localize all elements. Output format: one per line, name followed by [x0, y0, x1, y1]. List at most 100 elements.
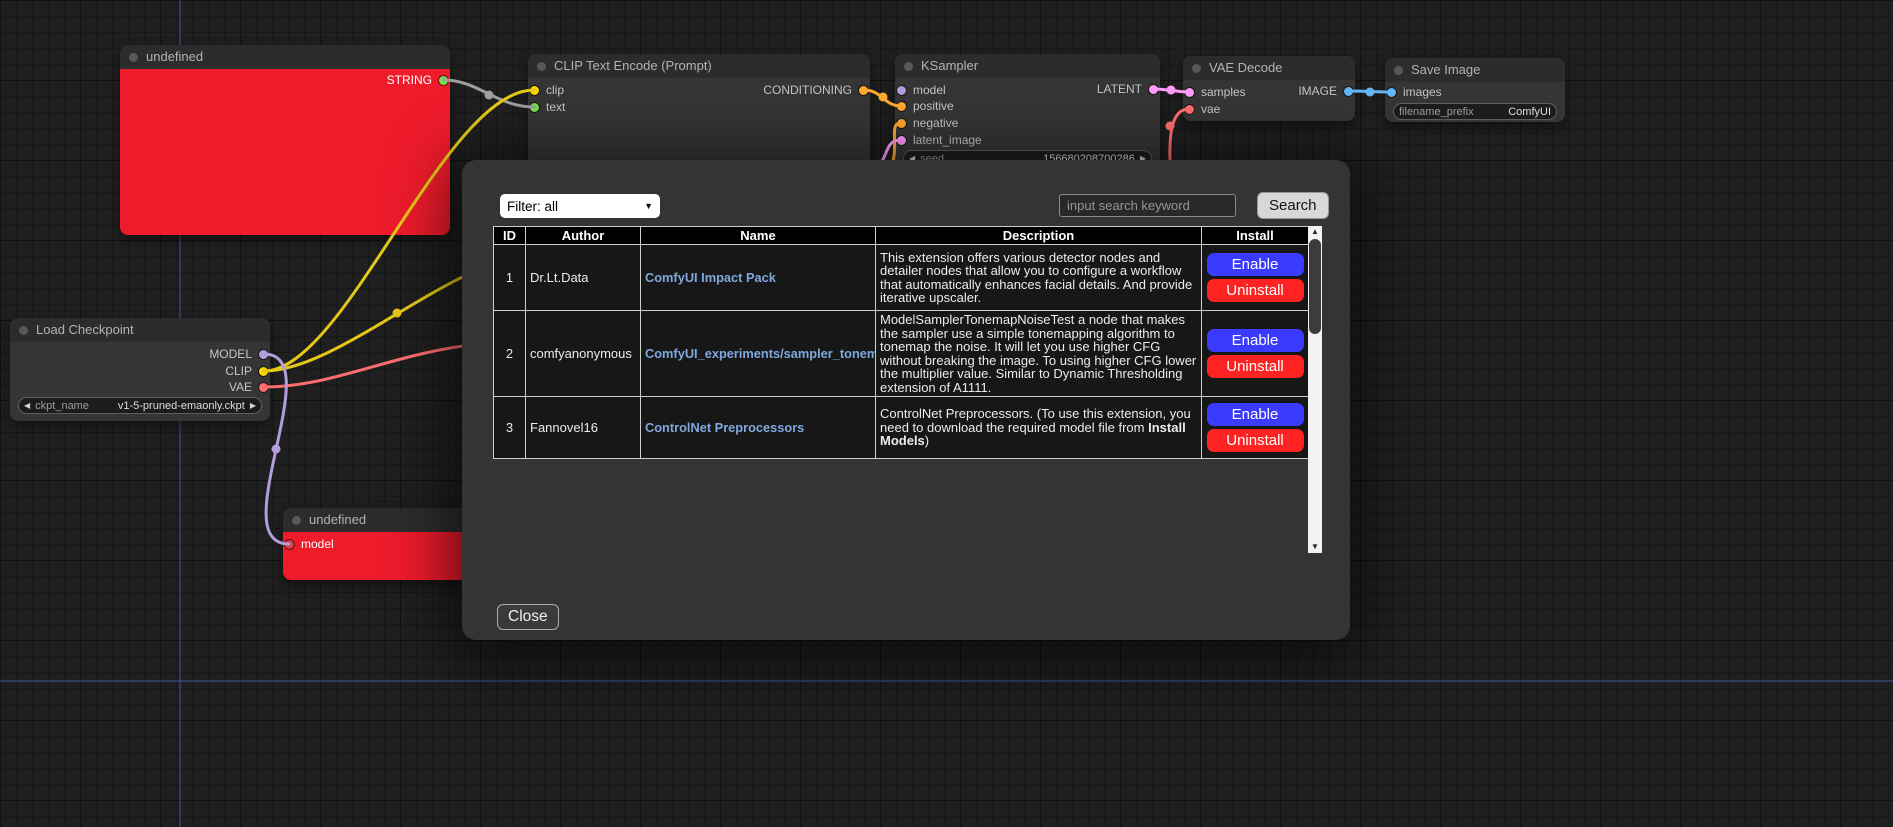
- collapse-dot-icon[interactable]: [292, 516, 301, 525]
- slot-dot[interactable]: [1185, 105, 1194, 114]
- table-scrollbar[interactable]: ▲ ▼: [1308, 226, 1322, 553]
- output-slot-vae: VAE: [229, 380, 268, 394]
- cell-install: Enable Uninstall: [1202, 311, 1309, 397]
- slot-label: clip: [546, 83, 564, 97]
- node-title-bar[interactable]: Save Image: [1385, 58, 1565, 82]
- column-header-author: Author: [526, 227, 641, 245]
- slot-label: MODEL: [209, 347, 252, 361]
- cell-description: ModelSamplerTonemapNoiseTest a node that…: [876, 311, 1202, 397]
- input-slot-positive: positive: [897, 99, 954, 113]
- cell-name: ComfyUI_experiments/sampler_tonemap: [641, 311, 876, 397]
- slot-label: STRING: [387, 73, 432, 87]
- slot-label: LATENT: [1097, 82, 1142, 96]
- decrement-arrow-icon[interactable]: ◀: [24, 398, 30, 413]
- filename-prefix-widget[interactable]: filename_prefix ComfyUI: [1393, 103, 1557, 120]
- uninstall-button[interactable]: Uninstall: [1207, 355, 1304, 378]
- node-ksampler[interactable]: KSampler model positive negative latent_…: [895, 54, 1160, 174]
- slot-dot[interactable]: [259, 383, 268, 392]
- output-slot-latent: LATENT: [1097, 82, 1158, 96]
- graph-canvas[interactable]: undefined STRING CLIP Text Encode (Promp…: [0, 0, 1893, 827]
- search-button[interactable]: Search: [1257, 192, 1329, 219]
- uninstall-button[interactable]: Uninstall: [1207, 429, 1304, 452]
- slot-label: CONDITIONING: [763, 83, 852, 97]
- cell-author: Fannovel16: [526, 397, 641, 459]
- cell-name: ComfyUI Impact Pack: [641, 245, 876, 311]
- wire-midpoint-dot: [1366, 88, 1375, 97]
- input-slot-vae: vae: [1185, 102, 1220, 116]
- collapse-dot-icon[interactable]: [1394, 66, 1403, 75]
- collapse-dot-icon[interactable]: [537, 62, 546, 71]
- extension-link[interactable]: ComfyUI Impact Pack: [645, 270, 776, 285]
- node-title-bar[interactable]: undefined: [120, 45, 450, 69]
- slot-dot[interactable]: [259, 367, 268, 376]
- slot-dot[interactable]: [1149, 85, 1158, 94]
- node-title-bar[interactable]: CLIP Text Encode (Prompt): [528, 54, 870, 78]
- search-input[interactable]: [1059, 194, 1236, 217]
- slot-label: CLIP: [225, 364, 252, 378]
- slot-dot[interactable]: [259, 350, 268, 359]
- node-title-bar[interactable]: Load Checkpoint: [10, 318, 270, 342]
- input-slot-images: images: [1387, 85, 1442, 99]
- enable-button[interactable]: Enable: [1207, 403, 1304, 426]
- table-row: 3 Fannovel16 ControlNet Preprocessors Co…: [494, 397, 1309, 459]
- slot-dot[interactable]: [897, 136, 906, 145]
- node-vae-decode[interactable]: VAE Decode samples vae IMAGE: [1183, 56, 1355, 121]
- cell-description: ControlNet Preprocessors. (To use this e…: [876, 397, 1202, 459]
- enable-button[interactable]: Enable: [1207, 329, 1304, 352]
- wire-midpoint-dot: [1166, 122, 1175, 131]
- wire-midpoint-dot: [1167, 86, 1176, 95]
- enable-button[interactable]: Enable: [1207, 253, 1304, 276]
- collapse-dot-icon[interactable]: [129, 53, 138, 62]
- slot-dot[interactable]: [897, 102, 906, 111]
- node-load-checkpoint[interactable]: Load Checkpoint MODEL CLIP VAE ◀ ckpt_na…: [10, 318, 270, 421]
- node-undefined-top[interactable]: undefined STRING: [120, 45, 450, 235]
- node-title-bar[interactable]: VAE Decode: [1183, 56, 1355, 80]
- collapse-dot-icon[interactable]: [19, 326, 28, 335]
- slot-dot[interactable]: [859, 86, 868, 95]
- node-save-image[interactable]: Save Image images filename_prefix ComfyU…: [1385, 58, 1565, 122]
- input-slot-latent-image: latent_image: [897, 133, 982, 147]
- scroll-up-icon[interactable]: ▲: [1308, 226, 1322, 238]
- slot-label: text: [546, 100, 565, 114]
- slot-dot[interactable]: [1185, 88, 1194, 97]
- slot-dot[interactable]: [1344, 87, 1353, 96]
- slot-dot[interactable]: [1387, 88, 1396, 97]
- slot-dot[interactable]: [439, 76, 448, 85]
- cell-id: 2: [494, 311, 526, 397]
- close-button[interactable]: Close: [497, 604, 559, 630]
- node-title: Load Checkpoint: [36, 322, 134, 337]
- scroll-down-icon[interactable]: ▼: [1308, 541, 1322, 553]
- table-row: 2 comfyanonymous ComfyUI_experiments/sam…: [494, 311, 1309, 397]
- column-header-id: ID: [494, 227, 526, 245]
- ckpt-name-widget[interactable]: ◀ ckpt_name v1-5-pruned-emaonly.ckpt ▶: [18, 397, 262, 414]
- scrollbar-thumb[interactable]: [1309, 239, 1321, 334]
- slot-dot[interactable]: [897, 119, 906, 128]
- slot-label: images: [1403, 85, 1442, 99]
- cell-install: Enable Uninstall: [1202, 397, 1309, 459]
- widget-value: ComfyUI: [1508, 106, 1551, 118]
- collapse-dot-icon[interactable]: [1192, 64, 1201, 73]
- uninstall-button[interactable]: Uninstall: [1207, 279, 1304, 302]
- slot-label: samples: [1201, 85, 1246, 99]
- input-slot-model: model: [285, 537, 334, 551]
- input-slot-clip: clip: [530, 83, 564, 97]
- slot-dot[interactable]: [285, 540, 294, 549]
- widget-value: v1-5-pruned-emaonly.ckpt: [118, 400, 245, 412]
- table-row: 1 Dr.Lt.Data ComfyUI Impact Pack This ex…: [494, 245, 1309, 311]
- wire-string-to-text: [444, 80, 534, 107]
- filter-select[interactable]: Filter: all ▼: [500, 194, 660, 218]
- extension-link[interactable]: ComfyUI_experiments/sampler_tonemap: [645, 346, 876, 361]
- widget-name: ckpt_name: [35, 400, 89, 412]
- output-slot-model: MODEL: [209, 347, 268, 361]
- extension-link[interactable]: ControlNet Preprocessors: [645, 420, 804, 435]
- cell-id: 1: [494, 245, 526, 311]
- slot-dot[interactable]: [530, 86, 539, 95]
- wire-midpoint-dot: [879, 93, 888, 102]
- slot-dot[interactable]: [530, 103, 539, 112]
- node-title: undefined: [309, 512, 366, 527]
- node-title-bar[interactable]: KSampler: [895, 54, 1160, 78]
- slot-dot[interactable]: [897, 86, 906, 95]
- increment-arrow-icon[interactable]: ▶: [250, 398, 256, 413]
- slot-label: model: [301, 537, 334, 551]
- collapse-dot-icon[interactable]: [904, 62, 913, 71]
